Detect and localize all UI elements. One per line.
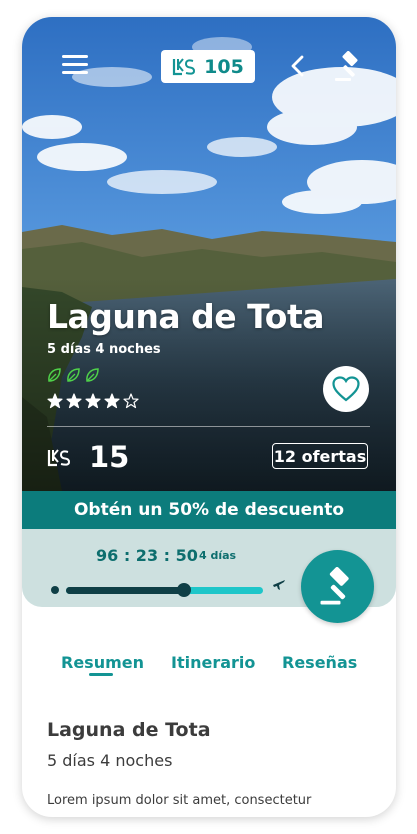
destination-title: Laguna de Tota xyxy=(47,297,325,336)
favorite-button[interactable] xyxy=(323,366,369,412)
progress-fill xyxy=(66,587,185,594)
summary-body: Lorem ipsum dolor sit amet, consectetur xyxy=(47,793,312,808)
tab-resenas[interactable]: Reseñas xyxy=(282,653,357,672)
price-value: 15 xyxy=(89,440,130,474)
summary-title: Laguna de Tota xyxy=(47,719,211,741)
days-label: 4 días xyxy=(199,549,237,562)
heart-icon xyxy=(332,376,360,402)
star-rating xyxy=(47,393,139,409)
plane-icon xyxy=(273,580,285,590)
eco-rating xyxy=(47,367,100,383)
gavel-icon xyxy=(320,566,349,604)
phone-screen: 105 Laguna de Tota 5 días 4 noches 15 12… xyxy=(22,17,396,817)
lake-landscape-image xyxy=(22,17,396,491)
destination-duration: 5 días 4 noches xyxy=(47,342,161,357)
hero-image: 105 Laguna de Tota 5 días 4 noches 15 12… xyxy=(22,17,396,491)
tab-itinerario[interactable]: Itinerario xyxy=(171,653,255,672)
star-filled-icon xyxy=(47,393,63,409)
countdown-timer: 96 : 23 : 50 xyxy=(96,546,198,565)
star-filled-icon xyxy=(85,393,101,409)
active-tab-indicator xyxy=(89,673,113,676)
gavel-icon[interactable] xyxy=(333,51,365,83)
summary-subtitle: 5 días 4 noches xyxy=(47,751,173,770)
divider xyxy=(47,426,370,427)
coin-balance-value: 105 xyxy=(204,55,244,78)
star-filled-icon xyxy=(66,393,82,409)
coin-icon xyxy=(47,449,71,467)
discount-banner: Obtén un 50% de descuento xyxy=(22,491,396,529)
menu-icon[interactable] xyxy=(62,55,88,75)
leaf-icon xyxy=(86,368,99,382)
coin-balance-badge[interactable]: 105 xyxy=(161,50,255,83)
start-dot xyxy=(51,586,59,594)
offers-button[interactable]: 12 ofertas xyxy=(272,443,368,469)
tab-resumen[interactable]: Resumen xyxy=(61,653,144,672)
coin-icon xyxy=(173,57,196,75)
star-empty-icon xyxy=(123,393,139,409)
back-icon[interactable] xyxy=(288,55,308,77)
leaf-icon xyxy=(48,368,61,382)
bid-button[interactable] xyxy=(301,550,374,623)
star-filled-icon xyxy=(104,393,120,409)
leaf-icon xyxy=(67,368,80,382)
trip-progress xyxy=(51,583,291,597)
progress-thumb xyxy=(177,583,192,597)
